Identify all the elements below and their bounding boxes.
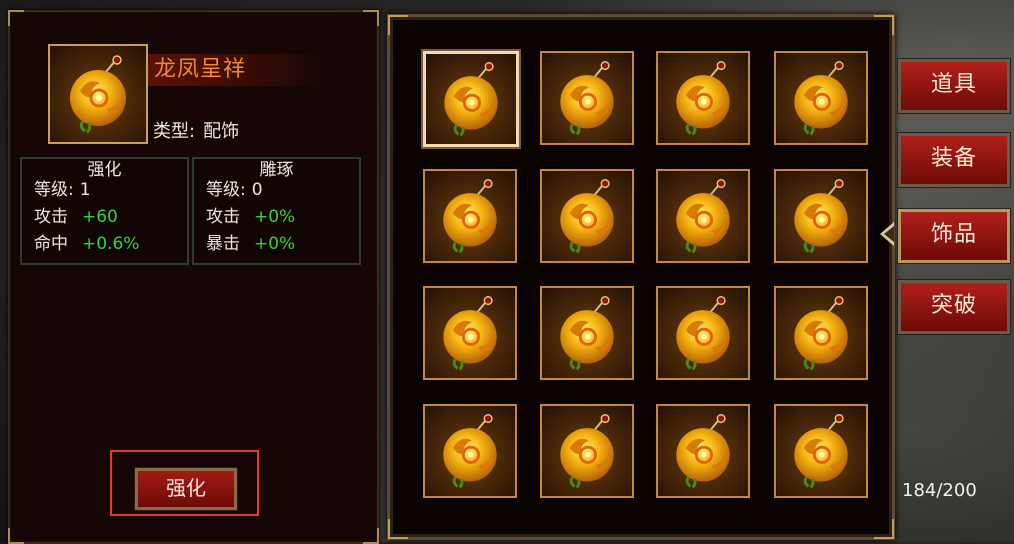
selected-item-thumbnail: [48, 44, 148, 144]
stat-row: 命中 +0.6%: [22, 231, 187, 258]
panel-corner: [874, 15, 894, 35]
jade-pendant-icon: [542, 171, 632, 261]
inventory-slot[interactable]: [423, 404, 517, 498]
inventory-capacity: 184/200: [902, 480, 977, 501]
stat-label: 攻击: [34, 207, 68, 227]
jade-pendant-icon: [776, 406, 866, 496]
stat-row: 等级: 0: [194, 177, 359, 204]
stat-label: 等级:: [206, 180, 246, 200]
item-type-label: 类型:: [153, 121, 196, 142]
jade-pendant-icon: [776, 171, 866, 261]
item-name: 龙凤呈祥: [148, 54, 324, 86]
jade-pendant-icon: [658, 171, 748, 261]
tab-breakthrough[interactable]: 突破: [897, 279, 1011, 335]
inventory-slot[interactable]: [656, 169, 750, 263]
enhance-stats-title: 强化: [87, 160, 122, 180]
inventory-slot[interactable]: [540, 169, 634, 263]
jade-pendant-icon: [776, 288, 866, 378]
inventory-slot[interactable]: [423, 51, 519, 147]
inventory-slot[interactable]: [540, 51, 634, 145]
item-type-value: 配饰: [203, 121, 240, 142]
jade-pendant-icon: [658, 53, 748, 143]
tab-equipment[interactable]: 装备: [897, 132, 1011, 188]
panel-corner: [8, 10, 24, 26]
stat-row: 攻击 +0%: [194, 204, 359, 231]
jade-pendant-icon: [50, 46, 146, 142]
inventory-slot[interactable]: [423, 286, 517, 380]
panel-corner: [388, 15, 408, 35]
item-type: 类型: 配饰: [153, 117, 239, 143]
enhance-stats-box: 强化 等级: 1 攻击 +60 命中 +0.6%: [20, 157, 189, 265]
stat-bonus: +0.6%: [82, 234, 140, 254]
jade-pendant-icon: [776, 53, 866, 143]
inventory-slot[interactable]: [656, 51, 750, 145]
stat-bonus: +60: [82, 207, 118, 227]
inventory-slot[interactable]: [774, 169, 868, 263]
carve-stats-box: 雕琢 等级: 0 攻击 +0% 暴击 +0%: [192, 157, 361, 265]
stat-value: 0: [251, 180, 263, 200]
stat-value: 1: [79, 180, 91, 200]
panel-corner: [874, 519, 894, 539]
stat-bonus: +0%: [254, 207, 296, 227]
jade-pendant-icon: [658, 288, 748, 378]
jade-pendant-icon: [425, 406, 515, 496]
jade-pendant-icon: [542, 406, 632, 496]
jade-pendant-icon: [658, 406, 748, 496]
stat-label: 攻击: [206, 207, 240, 227]
stat-bonus: +0%: [254, 234, 296, 254]
inventory-slot[interactable]: [656, 404, 750, 498]
panel-corner: [388, 519, 408, 539]
jade-pendant-icon: [542, 53, 632, 143]
jade-pendant-icon: [425, 171, 515, 261]
jade-pendant-icon: [425, 288, 515, 378]
stat-row: 攻击 +60: [22, 204, 187, 231]
inventory-slot[interactable]: [540, 286, 634, 380]
active-tab-arrow-inner: [884, 226, 894, 242]
panel-corner: [363, 10, 379, 26]
carve-stats-title: 雕琢: [259, 160, 294, 180]
stat-label: 暴击: [206, 234, 240, 254]
inventory-slot[interactable]: [656, 286, 750, 380]
stat-row: 等级: 1: [22, 177, 187, 204]
inventory-slot[interactable]: [774, 404, 868, 498]
inventory-slot[interactable]: [774, 286, 868, 380]
jade-pendant-icon: [426, 54, 516, 144]
tab-accessories[interactable]: 饰品: [897, 208, 1011, 264]
inventory-grid-panel: [387, 14, 895, 540]
jade-pendant-icon: [542, 288, 632, 378]
inventory-slot[interactable]: [540, 404, 634, 498]
inventory-slot[interactable]: [774, 51, 868, 145]
stat-label: 等级:: [34, 180, 74, 200]
tab-items[interactable]: 道具: [897, 58, 1011, 114]
stat-row: 暴击 +0%: [194, 231, 359, 258]
inventory-slot[interactable]: [423, 169, 517, 263]
stat-label: 命中: [34, 234, 68, 254]
enhance-button[interactable]: 强化: [134, 467, 238, 511]
